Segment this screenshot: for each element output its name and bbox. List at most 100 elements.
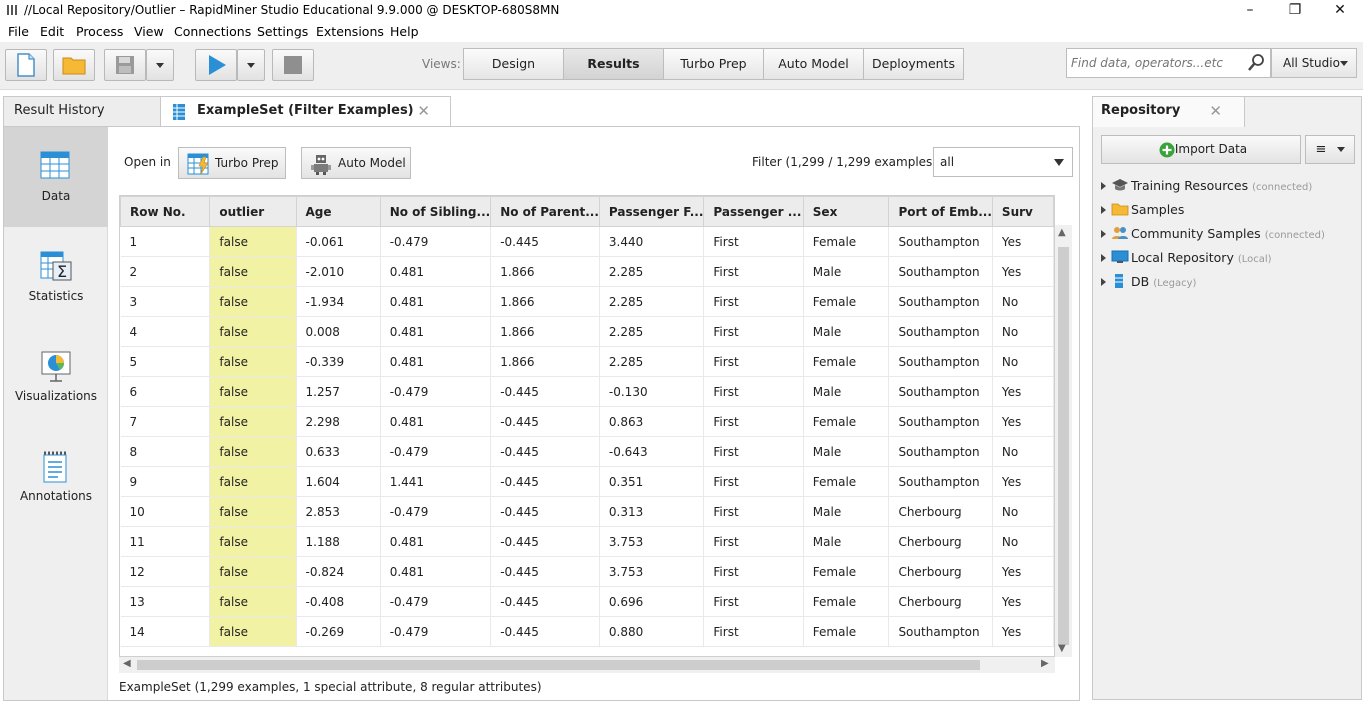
table-cell: -1.934 <box>296 286 381 317</box>
menu-file[interactable]: File <box>8 24 29 39</box>
menu-view[interactable]: View <box>134 24 164 39</box>
table-row[interactable]: 13 false -0.408 -0.479 -0.445 0.696 First Femal… <box>120 586 1054 617</box>
column-header[interactable]: Port of Emb... <box>888 196 993 227</box>
table-row[interactable]: 4 false 0.008 0.481 1.866 2.285 First Male South… <box>120 316 1054 347</box>
visualizations-icon <box>41 351 71 382</box>
menu-settings[interactable]: Settings <box>257 24 308 39</box>
table-cell: -0.824 <box>296 556 381 587</box>
table-row[interactable]: 6 false 1.257 -0.479 -0.445 -0.130 First Male So… <box>120 376 1054 407</box>
menu-extensions[interactable]: Extensions <box>316 24 384 39</box>
import-data-button[interactable]: Import Data <box>1101 135 1301 164</box>
close-tab-icon[interactable]: ✕ <box>1209 97 1222 125</box>
run-button[interactable] <box>195 49 237 81</box>
scroll-down-icon[interactable]: ▼ <box>1058 643 1066 654</box>
column-header[interactable]: Row No. <box>120 196 211 227</box>
column-header[interactable]: Passenger ... <box>703 196 804 227</box>
repository-menu-button[interactable]: ≡ <box>1305 135 1355 164</box>
table-row[interactable]: 12 false -0.824 0.481 -0.445 3.753 First Female… <box>120 556 1054 587</box>
minimize-button[interactable]: – <box>1227 0 1273 22</box>
horizontal-scrollbar[interactable]: ◀ ▶ <box>119 657 1055 673</box>
scroll-right-icon[interactable]: ▶ <box>1041 658 1049 669</box>
sidenav-label: Data <box>41 189 71 203</box>
table-row[interactable]: 2 false -2.010 0.481 1.866 2.285 First Male Sout… <box>120 256 1054 287</box>
table-row[interactable]: 10 false 2.853 -0.479 -0.445 0.313 First Male Ch… <box>120 496 1054 527</box>
sidenav-visualizations[interactable]: Visualizations <box>4 327 108 427</box>
table-row[interactable]: 8 false 0.633 -0.479 -0.445 -0.643 First Male So… <box>120 436 1054 467</box>
table-cell: 0.351 <box>599 466 705 497</box>
table-row[interactable]: 7 false 2.298 0.481 -0.445 0.863 First Female So… <box>120 406 1054 437</box>
vertical-scroll-thumb[interactable] <box>1058 247 1069 645</box>
open-in-turbo-prep-button[interactable]: Turbo Prep <box>178 147 286 179</box>
table-row[interactable]: 14 false -0.269 -0.479 -0.445 0.880 First Femal… <box>120 616 1054 647</box>
table-cell: 0.481 <box>380 556 492 587</box>
scroll-left-icon[interactable]: ◀ <box>123 658 131 669</box>
table-cell: 0.863 <box>599 406 705 437</box>
table-cell: -2.010 <box>296 256 381 287</box>
table-row[interactable]: 5 false -0.339 0.481 1.866 2.285 First Female So… <box>120 346 1054 377</box>
menu-help[interactable]: Help <box>390 24 419 39</box>
column-header[interactable]: No of Parent... <box>490 196 600 227</box>
expand-icon[interactable] <box>1101 182 1106 190</box>
column-header[interactable]: No of Sibling... <box>379 196 492 227</box>
search-input[interactable] <box>1071 54 1243 72</box>
table-cell: 1.866 <box>490 346 600 377</box>
table-cell: 7 <box>120 406 211 437</box>
table-cell: Yes <box>992 586 1054 617</box>
table-row[interactable]: 1 false -0.061 -0.479 -0.445 3.440 First Female… <box>120 226 1054 257</box>
close-window-button[interactable]: ✕ <box>1317 0 1363 22</box>
table-row[interactable]: 11 false 1.188 0.481 -0.445 3.753 First Male Che… <box>120 526 1054 557</box>
view-deployments[interactable]: Deployments <box>863 48 964 80</box>
table-cell: false <box>209 556 297 587</box>
robot-icon <box>311 155 331 175</box>
close-tab-icon[interactable]: ✕ <box>417 97 430 125</box>
filter-select[interactable]: all <box>933 147 1073 177</box>
column-header[interactable]: outlier <box>209 196 297 227</box>
view-design[interactable]: Design <box>463 48 564 80</box>
table-cell: Yes <box>992 406 1054 437</box>
run-dropdown-button[interactable] <box>237 49 265 81</box>
expand-icon[interactable] <box>1101 254 1106 262</box>
search-scope-select[interactable]: All Studio <box>1271 48 1357 78</box>
table-cell: Southampton <box>888 256 993 287</box>
column-header[interactable]: Age <box>295 196 381 227</box>
menu-connections[interactable]: Connections <box>174 24 251 39</box>
menu-edit[interactable]: Edit <box>40 24 64 39</box>
view-turbo-prep[interactable]: Turbo Prep <box>663 48 764 80</box>
column-header[interactable]: Sex <box>802 196 890 227</box>
stop-button[interactable] <box>272 49 314 81</box>
expand-icon[interactable] <box>1101 278 1106 286</box>
table-cell: 0.481 <box>380 316 492 347</box>
open-process-button[interactable] <box>53 49 95 81</box>
view-auto-model[interactable]: Auto Model <box>763 48 864 80</box>
search-icon[interactable] <box>1246 53 1266 73</box>
table-row[interactable]: 3 false -1.934 0.481 1.866 2.285 First Female So… <box>120 286 1054 317</box>
table-row[interactable]: 9 false 1.604 1.441 -0.445 0.351 First Female So… <box>120 466 1054 497</box>
restore-button[interactable]: ❐ <box>1272 0 1318 22</box>
sidenav-data[interactable]: Data <box>4 127 108 227</box>
chevron-down-icon <box>1340 61 1348 66</box>
chevron-down-icon <box>156 63 164 68</box>
repo-item-name: Community Samples <box>1131 226 1261 241</box>
vertical-scrollbar[interactable]: ▲ ▼ <box>1055 225 1072 657</box>
table-cell: -0.269 <box>296 616 381 647</box>
sidenav-statistics[interactable]: Σ Statistics <box>4 227 108 327</box>
expand-icon[interactable] <box>1101 230 1106 238</box>
expand-icon[interactable] <box>1101 206 1106 214</box>
table-cell: false <box>209 496 297 527</box>
hamburger-icon: ≡ <box>1315 142 1327 157</box>
menu-process[interactable]: Process <box>76 24 123 39</box>
column-header[interactable]: Passenger F... <box>598 196 705 227</box>
save-dropdown-button[interactable] <box>146 49 174 81</box>
scroll-up-icon[interactable]: ▲ <box>1058 227 1066 238</box>
sidenav-annotations[interactable]: Annotations <box>4 427 108 527</box>
new-process-button[interactable] <box>5 49 47 81</box>
tab-result-history[interactable]: Result History <box>3 96 161 126</box>
save-button[interactable] <box>104 49 146 81</box>
horizontal-scroll-thumb[interactable] <box>137 660 980 670</box>
open-in-auto-model-button[interactable]: Auto Model <box>301 147 411 179</box>
data-table: Row No. outlier Age No of Sibling... No of P… <box>119 195 1055 657</box>
column-header[interactable]: Surv <box>991 196 1054 227</box>
tab-exampleset[interactable]: ExampleSet (Filter Examples) ✕ <box>160 96 451 126</box>
view-results[interactable]: Results <box>563 48 664 80</box>
tab-repository[interactable]: Repository ✕ <box>1093 97 1245 127</box>
